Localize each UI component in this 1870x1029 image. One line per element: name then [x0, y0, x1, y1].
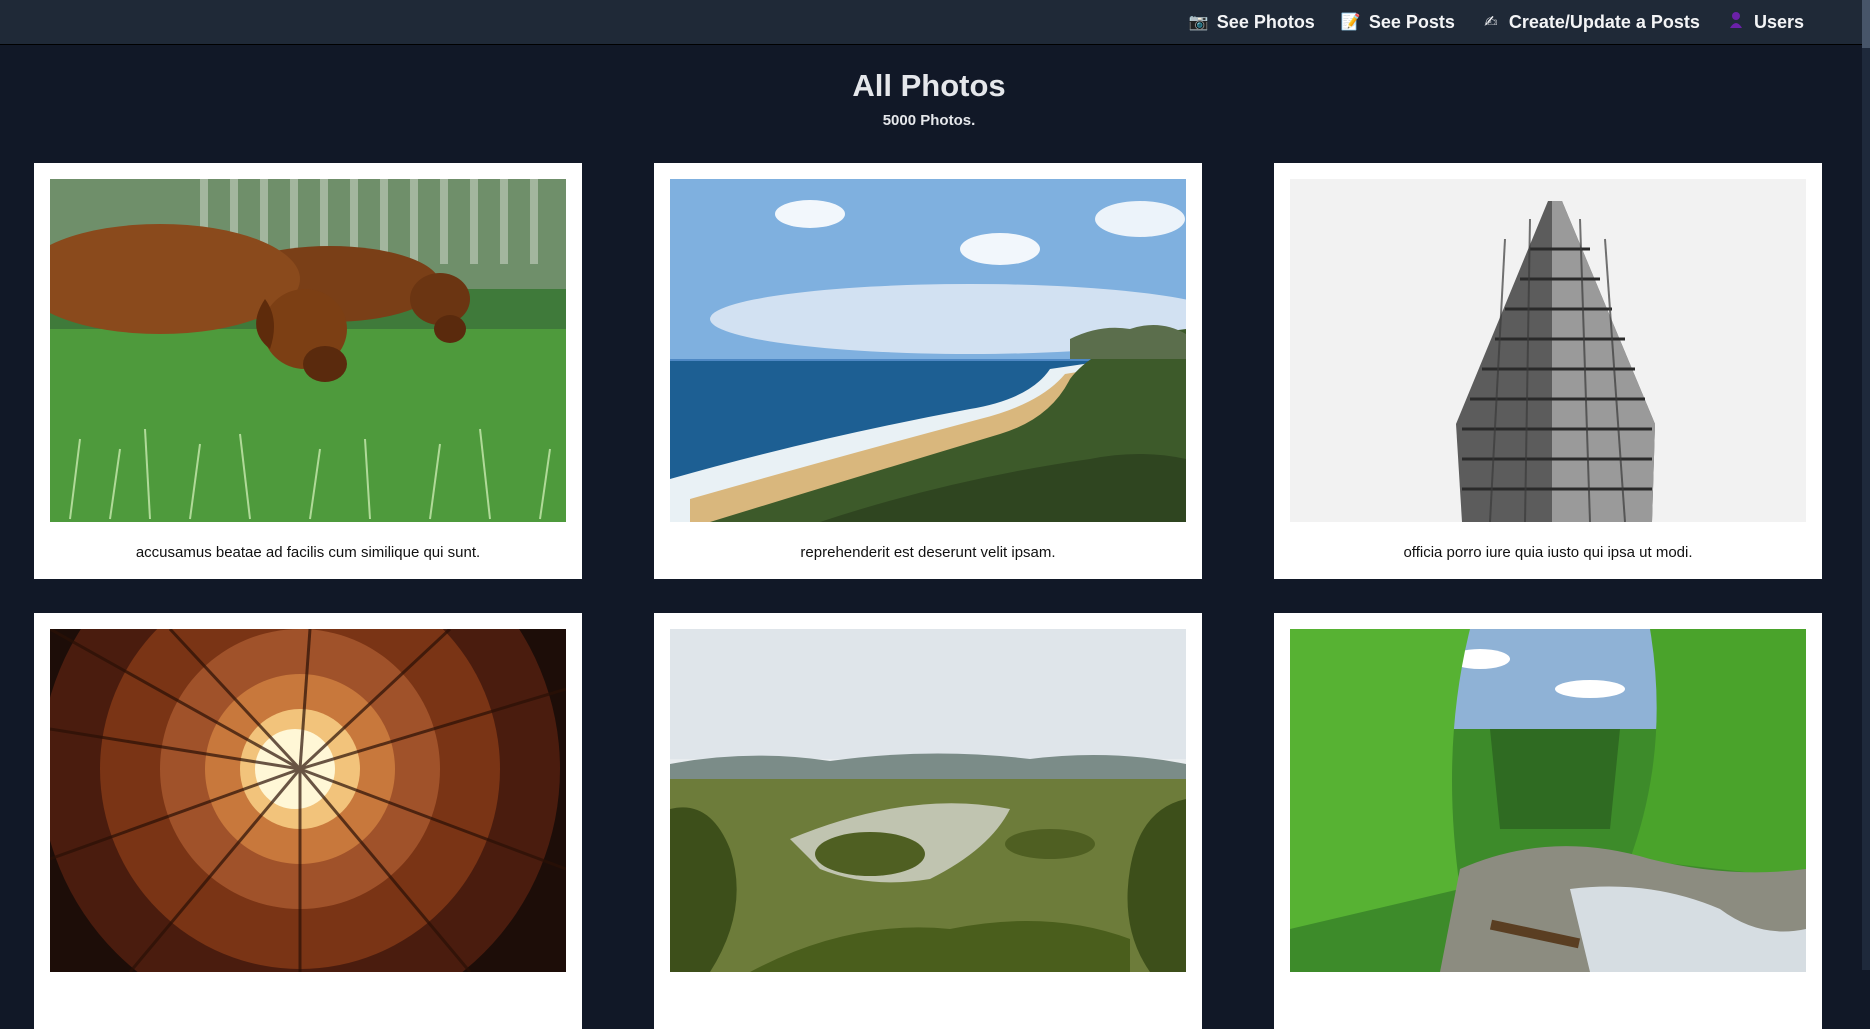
person-icon [1726, 11, 1746, 34]
photo-grid: accusamus beatae ad facilis cum similiqu… [34, 163, 1822, 1029]
photo-card[interactable] [1274, 613, 1822, 1029]
photo-caption: officia porro iure quia iusto qui ipsa u… [1403, 544, 1693, 561]
photo-image[interactable] [670, 179, 1186, 522]
memo-icon: 📝 [1340, 14, 1361, 31]
photo-image[interactable] [1290, 629, 1806, 972]
photo-card[interactable] [34, 613, 582, 1029]
photo-image[interactable] [50, 629, 566, 972]
photo-image[interactable] [50, 179, 566, 522]
top-navigation-bar: 📷 See Photos 📝 See Posts ✍ Create/Update… [0, 0, 1862, 45]
photo-card[interactable]: officia porro iure quia iusto qui ipsa u… [1274, 163, 1822, 579]
photo-card[interactable]: reprehenderit est deserunt velit ipsam. [654, 163, 1202, 579]
nav-menu: 📷 See Photos 📝 See Posts ✍ Create/Update… [1163, 11, 1804, 34]
nav-users[interactable]: Users [1726, 11, 1804, 34]
photo-caption: reprehenderit est deserunt velit ipsam. [800, 544, 1056, 561]
photo-card[interactable]: accusamus beatae ad facilis cum similiqu… [34, 163, 582, 579]
camera-icon: 📷 [1188, 14, 1209, 31]
photo-image[interactable] [670, 629, 1186, 972]
nav-see-posts[interactable]: 📝 See Posts [1341, 12, 1455, 33]
nav-label: See Posts [1368, 11, 1455, 32]
nav-label: Create/Update a Posts [1508, 11, 1700, 32]
photo-count: 5000 Photos. [882, 112, 976, 129]
page-scrollbar[interactable] [1862, 0, 1870, 970]
photo-card[interactable] [654, 613, 1202, 1029]
photo-image[interactable] [1290, 179, 1806, 522]
writing-hand-icon: ✍ [1484, 14, 1498, 31]
scrollbar-thumb[interactable] [1862, 0, 1870, 48]
page-heading: All Photos 5000 Photos. [0, 66, 1858, 129]
nav-label: Users [1753, 11, 1804, 32]
photo-caption: accusamus beatae ad facilis cum similiqu… [135, 544, 481, 561]
page-title: All Photos [852, 68, 1006, 103]
nav-create-update-posts[interactable]: ✍ Create/Update a Posts [1481, 12, 1700, 33]
nav-see-photos[interactable]: 📷 See Photos [1189, 12, 1315, 33]
nav-label: See Photos [1216, 11, 1315, 32]
